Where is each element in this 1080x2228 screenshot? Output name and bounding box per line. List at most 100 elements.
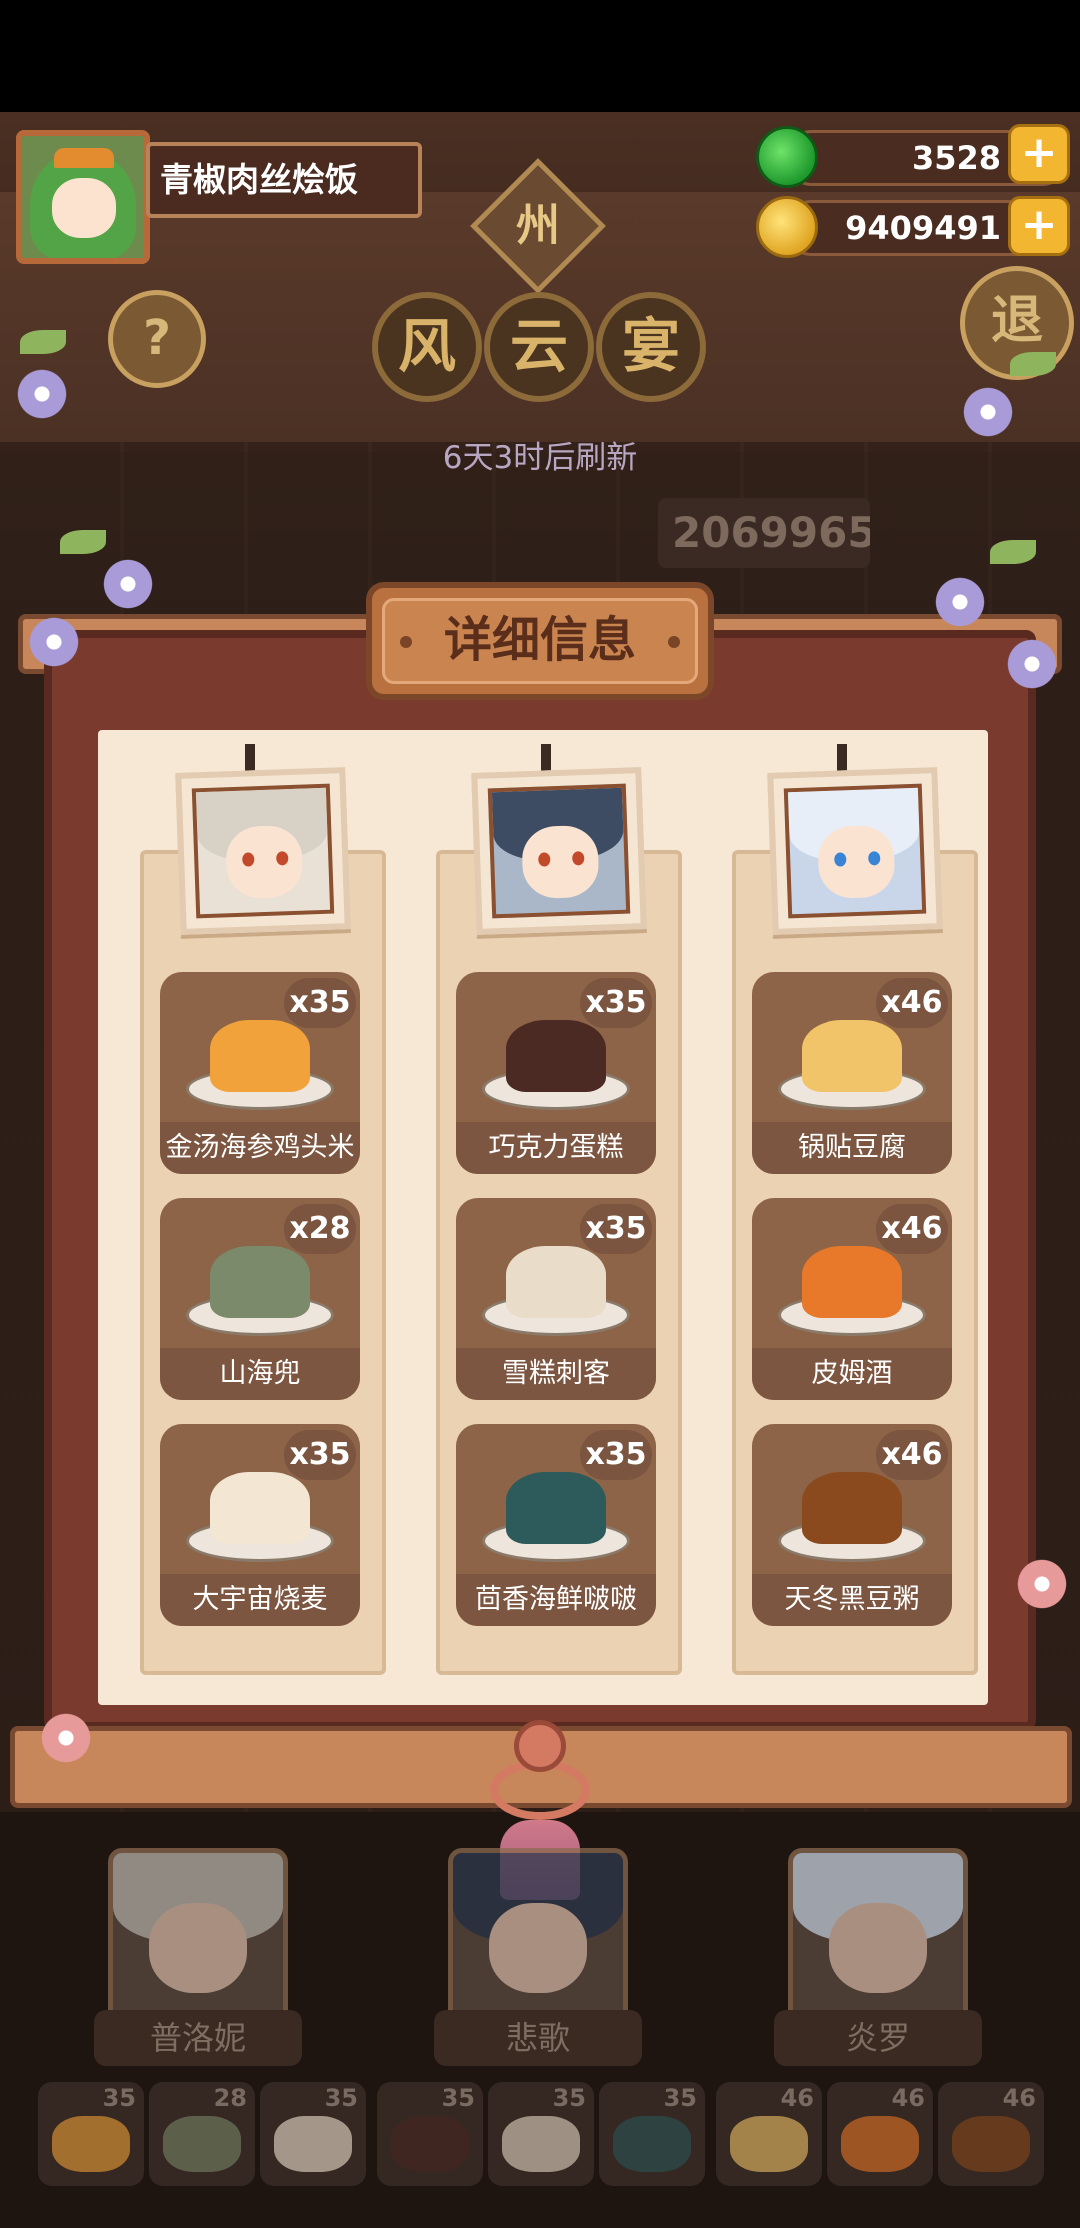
food — [802, 1472, 902, 1544]
food — [506, 1246, 606, 1318]
inventory-count: 35 — [102, 2084, 136, 2112]
dish-name: 皮姆酒 — [752, 1348, 952, 1400]
food — [210, 1246, 310, 1318]
character-portrait-1[interactable] — [175, 767, 351, 935]
gem-icon — [756, 126, 818, 188]
character-card-3[interactable] — [788, 1848, 968, 2028]
avatar-face — [52, 178, 116, 238]
dish-icon — [52, 2116, 130, 2172]
flower-decoration — [26, 614, 82, 670]
inventory-count: 35 — [324, 2084, 358, 2112]
inventory-slot[interactable]: 46 — [938, 2082, 1044, 2186]
dish-card[interactable]: x35 雪糕刺客 — [456, 1198, 656, 1400]
panel-title-tab: 详细信息 — [366, 582, 714, 700]
flower-decoration — [960, 384, 1016, 440]
dish-card[interactable]: x35 巧克力蛋糕 — [456, 972, 656, 1174]
status-bar — [0, 0, 1080, 112]
inventory-count: 28 — [213, 2084, 247, 2112]
inventory-slot[interactable]: 35 — [38, 2082, 144, 2186]
add-coins-button[interactable]: + — [1008, 196, 1070, 256]
dish-card[interactable]: x35 大宇宙烧麦 — [160, 1424, 360, 1626]
dish-name: 巧克力蛋糕 — [456, 1122, 656, 1174]
portrait-face — [817, 824, 896, 900]
dish-count: x35 — [284, 978, 356, 1028]
flower-decoration — [932, 574, 988, 630]
food — [802, 1020, 902, 1092]
portrait-face — [225, 824, 304, 900]
tassel-knot — [514, 1720, 566, 1772]
flower-decoration — [14, 366, 70, 422]
dish-icon — [730, 2116, 808, 2172]
dish-name: 雪糕刺客 — [456, 1348, 656, 1400]
flower-decoration — [38, 1710, 94, 1766]
dish-count: x46 — [876, 978, 948, 1028]
inventory-slot[interactable]: 46 — [827, 2082, 933, 2186]
dish-card[interactable]: x35 金汤海参鸡头米 — [160, 972, 360, 1174]
food — [506, 1472, 606, 1544]
dish-count: x28 — [284, 1204, 356, 1254]
event-title-char-1: 风 — [372, 292, 482, 402]
inventory-slot[interactable]: 35 — [488, 2082, 594, 2186]
dish-card[interactable]: x46 锅贴豆腐 — [752, 972, 952, 1174]
portrait-face — [521, 824, 600, 900]
portrait-image — [191, 783, 335, 919]
character-name-1: 普洛妮 — [94, 2010, 302, 2066]
character-card-2[interactable] — [448, 1848, 628, 2028]
dish-icon — [274, 2116, 352, 2172]
inventory-count: 35 — [552, 2084, 586, 2112]
event-title-char-3: 宴 — [596, 292, 706, 402]
food — [210, 1020, 310, 1092]
character-face — [489, 1903, 587, 1993]
inventory-count: 46 — [780, 2084, 814, 2112]
portrait-image — [783, 783, 927, 919]
dish-name: 山海兜 — [160, 1348, 360, 1400]
vine-leaf — [990, 540, 1036, 564]
help-button[interactable]: ? — [108, 290, 206, 388]
region-badge-label: 州 — [516, 200, 560, 251]
dish-count: x35 — [580, 1430, 652, 1480]
add-gems-button[interactable]: + — [1008, 124, 1070, 184]
coin-icon — [756, 196, 818, 258]
inventory-count: 46 — [1002, 2084, 1036, 2112]
character-name-3: 炎罗 — [774, 2010, 982, 2066]
inventory-slot[interactable]: 28 — [149, 2082, 255, 2186]
food — [506, 1020, 606, 1092]
tab-dot — [400, 636, 412, 648]
inventory-slot[interactable]: 46 — [716, 2082, 822, 2186]
vine-leaf — [20, 330, 66, 354]
dish-name: 大宇宙烧麦 — [160, 1574, 360, 1626]
inventory-slot[interactable]: 35 — [260, 2082, 366, 2186]
dish-name: 金汤海参鸡头米 — [160, 1122, 360, 1174]
flower-decoration — [100, 556, 156, 612]
dish-icon — [613, 2116, 691, 2172]
inventory-count: 35 — [441, 2084, 475, 2112]
dish-icon — [841, 2116, 919, 2172]
dish-name: 茴香海鲜啵啵 — [456, 1574, 656, 1626]
dish-card[interactable]: x35 茴香海鲜啵啵 — [456, 1424, 656, 1626]
dish-name: 锅贴豆腐 — [752, 1122, 952, 1174]
avatar-crown — [54, 148, 114, 168]
character-card-1[interactable] — [108, 1848, 288, 2028]
character-face — [829, 1903, 927, 1993]
flower-decoration — [1004, 636, 1060, 692]
dish-card[interactable]: x46 天冬黑豆粥 — [752, 1424, 952, 1626]
inventory-slot[interactable]: 35 — [599, 2082, 705, 2186]
event-title-char-2: 云 — [484, 292, 594, 402]
dish-name: 天冬黑豆粥 — [752, 1574, 952, 1626]
character-portrait-2[interactable] — [471, 767, 647, 935]
dish-card[interactable]: x28 山海兜 — [160, 1198, 360, 1400]
food — [802, 1246, 902, 1318]
portrait-image — [487, 783, 631, 919]
character-face — [149, 1903, 247, 1993]
character-portrait-3[interactable] — [767, 767, 943, 935]
dish-icon — [952, 2116, 1030, 2172]
dish-count: x35 — [580, 978, 652, 1028]
dish-count: x35 — [284, 1430, 356, 1480]
dish-card[interactable]: x46 皮姆酒 — [752, 1198, 952, 1400]
vine-leaf — [60, 530, 106, 554]
food — [210, 1472, 310, 1544]
vine-leaf — [1010, 352, 1056, 376]
inventory-slot[interactable]: 35 — [377, 2082, 483, 2186]
player-name: 青椒肉丝烩饭 — [146, 142, 422, 218]
player-avatar[interactable] — [16, 130, 150, 264]
